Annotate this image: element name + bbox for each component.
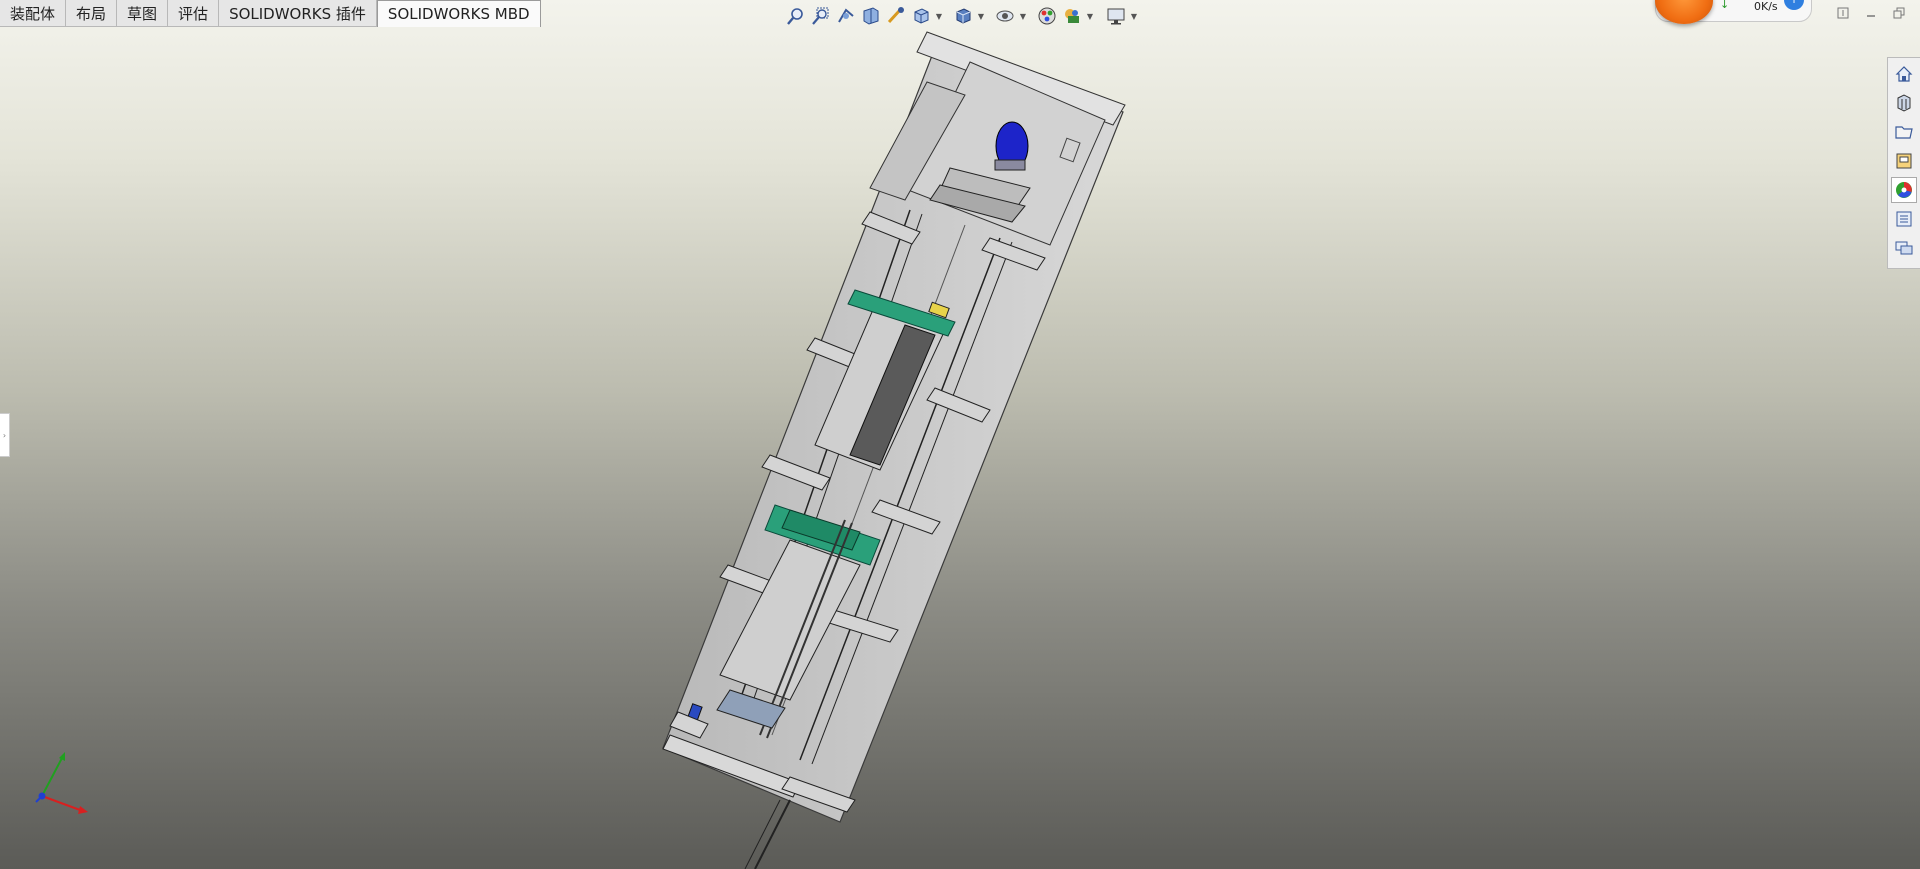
reference-triad [35,752,88,814]
assembly-model-viewport[interactable] [0,0,1920,869]
